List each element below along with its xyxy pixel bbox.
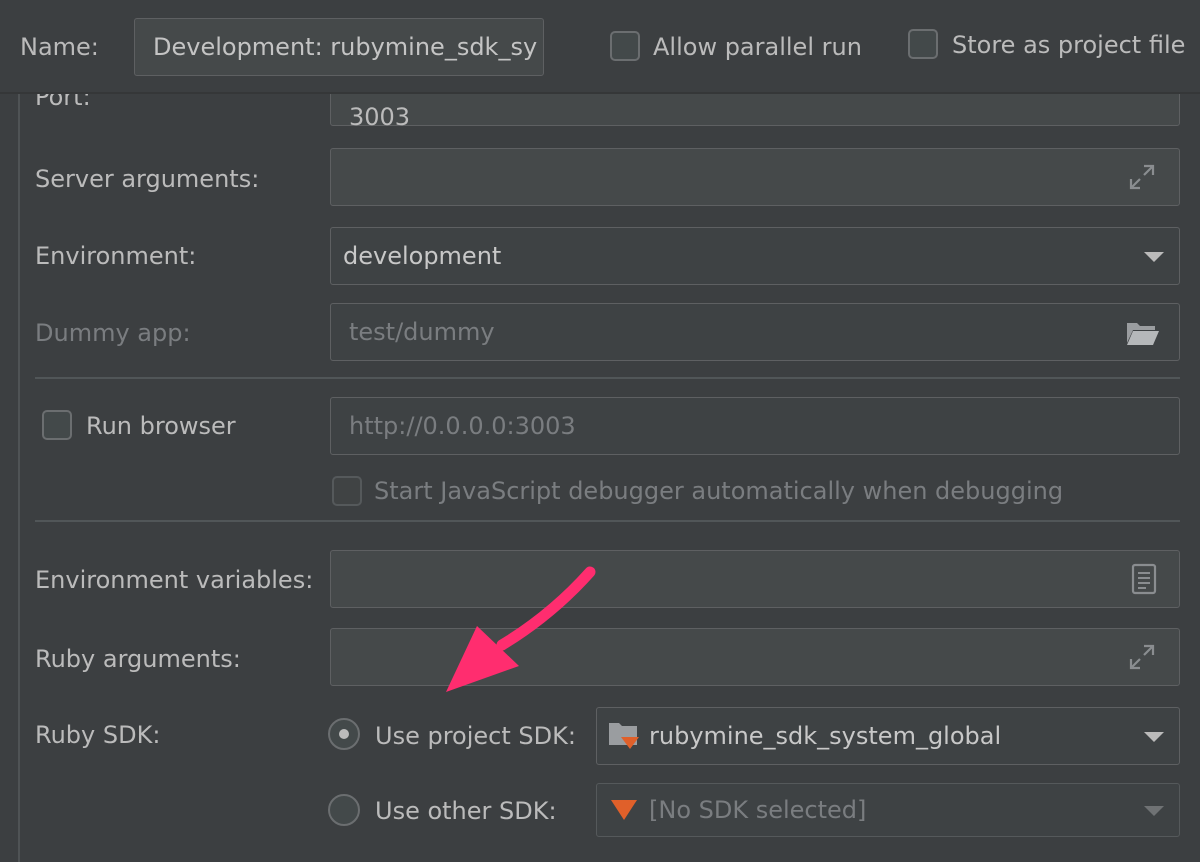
folder-icon[interactable] <box>1125 319 1161 347</box>
name-input-value: Development: rubymine_sdk_sy <box>153 33 538 61</box>
js-debugger-checkbox[interactable] <box>332 476 362 506</box>
port-input[interactable]: 3003 <box>330 94 1180 131</box>
port-input-value: 3003 <box>349 103 411 131</box>
environment-value: development <box>343 242 502 270</box>
other-sdk-value: [No SDK selected] <box>649 796 867 824</box>
dummy-app-value: test/dummy <box>349 318 495 346</box>
store-project-label: Store as project file <box>952 31 1186 59</box>
chevron-down-icon <box>1144 252 1164 262</box>
js-debugger-label: Start JavaScript debugger automatically … <box>374 477 1064 505</box>
name-label: Name: <box>20 33 99 61</box>
project-sdk-value: rubymine_sdk_system_global <box>649 722 1002 750</box>
environment-label: Environment: <box>35 242 197 270</box>
env-vars-input[interactable] <box>330 550 1180 608</box>
section-divider <box>35 377 1180 379</box>
ruby-gem-icon <box>611 800 637 820</box>
expand-icon[interactable] <box>1127 162 1157 192</box>
use-other-sdk-radio[interactable] <box>328 794 360 826</box>
allow-parallel-label: Allow parallel run <box>653 33 862 61</box>
radio-selected-dot <box>339 729 349 739</box>
use-project-sdk-label: Use project SDK: <box>375 722 576 750</box>
name-input[interactable]: Development: rubymine_sdk_sy <box>134 18 544 76</box>
ruby-sdk-label: Ruby SDK: <box>35 721 161 749</box>
expand-icon[interactable] <box>1127 642 1157 672</box>
run-browser-checkbox[interactable] <box>42 410 72 440</box>
ruby-args-input[interactable] <box>330 628 1180 686</box>
section-divider <box>35 520 1180 522</box>
use-other-sdk-label: Use other SDK: <box>375 797 557 825</box>
dummy-app-input[interactable]: test/dummy <box>330 303 1180 361</box>
browser-url-value: http://0.0.0.0:3003 <box>349 412 576 440</box>
browser-url-input[interactable]: http://0.0.0.0:3003 <box>330 397 1180 455</box>
run-browser-label: Run browser <box>86 412 236 440</box>
ruby-args-label: Ruby arguments: <box>35 645 241 673</box>
env-vars-label: Environment variables: <box>35 566 314 594</box>
chevron-down-icon <box>1144 732 1164 742</box>
server-args-label: Server arguments: <box>35 165 260 193</box>
allow-parallel-checkbox[interactable] <box>610 31 640 61</box>
dummy-app-label: Dummy app: <box>35 319 191 347</box>
sdk-folder-icon <box>609 723 639 749</box>
project-sdk-select[interactable]: rubymine_sdk_system_global <box>596 707 1180 765</box>
port-label: Port: <box>35 94 91 111</box>
chevron-down-icon <box>1144 806 1164 816</box>
other-sdk-select[interactable]: [No SDK selected] <box>596 783 1180 837</box>
use-project-sdk-radio[interactable] <box>328 718 360 750</box>
environment-select[interactable]: development <box>330 227 1180 285</box>
server-args-input[interactable] <box>330 148 1180 206</box>
document-icon[interactable] <box>1131 563 1157 595</box>
store-project-checkbox[interactable] <box>908 29 938 59</box>
